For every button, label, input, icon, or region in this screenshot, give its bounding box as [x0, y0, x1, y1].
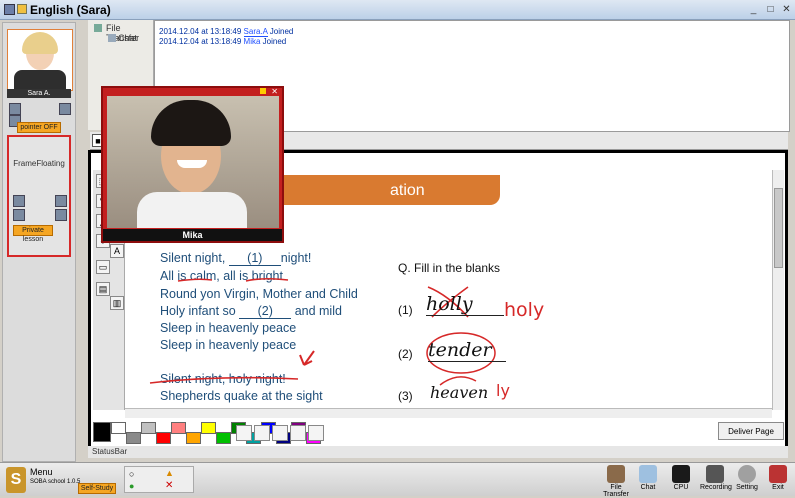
floating-video-window[interactable]: ✕ Mika: [101, 86, 284, 243]
stamp-tool-icon[interactable]: [308, 425, 324, 441]
minimize-icon[interactable]: [260, 88, 266, 94]
app-icon: [4, 4, 15, 15]
question-title: Q. Fill in the blanks: [398, 261, 501, 275]
chat-icon: [639, 465, 657, 483]
fill-tool-icon[interactable]: [236, 425, 252, 441]
title-bar: English (Sara) _ □ ✕: [0, 0, 795, 20]
exit-button[interactable]: Exit: [763, 465, 793, 491]
color-swatch[interactable]: [156, 432, 171, 444]
color-swatch[interactable]: [93, 422, 111, 442]
answer-correction: holy: [504, 299, 545, 321]
status-indicators: ○ ▲ ● ✕: [124, 466, 194, 493]
answer-number: (3): [398, 389, 413, 403]
image-tool-icon[interactable]: [290, 425, 306, 441]
horizontal-scrollbar[interactable]: [125, 408, 772, 418]
scroll-thumb[interactable]: [774, 188, 783, 268]
eraser-tool-icon[interactable]: ▭: [96, 260, 110, 274]
log-entry: 2014.12.04 at 13:18:49 Sara.A Joined: [159, 27, 294, 37]
color-swatch[interactable]: [201, 422, 216, 434]
minimize-icon[interactable]: _: [748, 4, 759, 15]
answer-written: heaven: [430, 383, 489, 402]
file-transfer-icon: [94, 24, 102, 32]
answer-number: (1): [398, 303, 413, 317]
maximize-icon[interactable]: □: [765, 4, 776, 15]
camera-icon[interactable]: [9, 103, 21, 115]
lyric-line: All is calm, all is bright: [160, 269, 283, 283]
lyric-line: Shepherds quake at the sight: [160, 389, 323, 403]
color-palette: [93, 422, 321, 444]
lyric-line: Holy infant so (2) and mild: [160, 304, 342, 319]
chat-icon: [108, 34, 116, 42]
error-icon: ✕: [165, 480, 174, 491]
mail-icon[interactable]: [13, 209, 25, 221]
color-swatch[interactable]: [111, 422, 126, 434]
deliver-page-button[interactable]: Deliver Page: [718, 422, 784, 440]
fullscreen-icon[interactable]: [59, 103, 71, 115]
page-tool-icon[interactable]: ▤: [96, 282, 110, 296]
answer-written: holly: [426, 293, 504, 316]
close-icon[interactable]: ✕: [781, 4, 792, 15]
warning-icon: ▲: [165, 468, 174, 478]
color-swatch[interactable]: [216, 432, 231, 444]
user-thumbnail[interactable]: [7, 29, 73, 91]
save-icon[interactable]: [55, 209, 67, 221]
bottom-toolbar: S Menu SOBA school 1.0.5 Self-Study ○ ▲ …: [0, 462, 795, 498]
color-swatch[interactable]: [186, 432, 201, 444]
font-tool-icon[interactable]: [272, 425, 288, 441]
version-label: SOBA school 1.0.5: [30, 479, 81, 485]
soba-logo-icon[interactable]: S: [6, 467, 26, 493]
gear-icon: [738, 465, 756, 483]
cpu-icon: [672, 465, 690, 483]
lyric-line: Sleep in heavenly peace: [160, 321, 297, 335]
video-name-label: Mika: [103, 229, 282, 241]
file-transfer-button[interactable]: File Transfer: [601, 465, 631, 498]
menu-button[interactable]: Menu: [30, 467, 53, 477]
color-swatch[interactable]: [141, 422, 156, 434]
setting-button[interactable]: Setting: [732, 465, 762, 491]
recording-button[interactable]: Recording: [700, 465, 732, 491]
checkbox-icon[interactable]: [17, 4, 27, 14]
transfer-icon[interactable]: [13, 195, 25, 207]
participants-panel: Sara A. pointer OFF FrameFloating Privat…: [2, 22, 76, 462]
page-banner: ation: [280, 175, 500, 205]
answer-number: (2): [398, 347, 413, 361]
log-entry: 2014.12.04 at 13:18:49 Mika Joined: [159, 37, 287, 46]
floating-frame-slot[interactable]: FrameFloating Private lesson: [7, 135, 71, 257]
frame-label: FrameFloating: [13, 159, 65, 168]
private-lesson-button[interactable]: Private lesson: [13, 225, 53, 243]
user-icon: ○: [129, 469, 135, 479]
cpu-button[interactable]: CPU: [666, 465, 696, 491]
self-study-button[interactable]: Self-Study: [78, 483, 116, 494]
lyric-line: Sleep in heavenly peace: [160, 338, 297, 352]
user-name-label: Sara A.: [7, 89, 71, 98]
lyric-line: Round yon Virgin, Mother and Child: [160, 287, 358, 301]
copy-tool-icon[interactable]: [254, 425, 270, 441]
color-swatch[interactable]: [171, 422, 186, 434]
answer-written: tender: [428, 339, 506, 362]
status-bar: StatusBar: [88, 446, 788, 458]
network-icon[interactable]: [55, 195, 67, 207]
text-tool-icon[interactable]: A: [110, 244, 124, 258]
pages-tool-icon[interactable]: ▥: [110, 296, 124, 310]
lyric-line: Silent night, (1) night!: [160, 251, 312, 266]
exit-icon: [769, 465, 787, 483]
pointer-button[interactable]: pointer OFF: [17, 122, 61, 133]
chat-tab[interactable]: Chat: [118, 33, 137, 43]
lyric-line: Silent night, holy night!: [160, 372, 286, 386]
file-transfer-icon: [607, 465, 625, 483]
video-feed: [107, 96, 279, 228]
ok-icon: ●: [129, 481, 135, 491]
chat-button[interactable]: Chat: [633, 465, 663, 491]
recording-icon: [706, 465, 724, 483]
window-title: English (Sara): [30, 3, 111, 17]
vertical-scrollbar[interactable]: [772, 170, 784, 410]
color-swatch[interactable]: [126, 432, 141, 444]
close-icon[interactable]: ✕: [271, 87, 278, 96]
answer-correction: ly: [496, 381, 510, 400]
